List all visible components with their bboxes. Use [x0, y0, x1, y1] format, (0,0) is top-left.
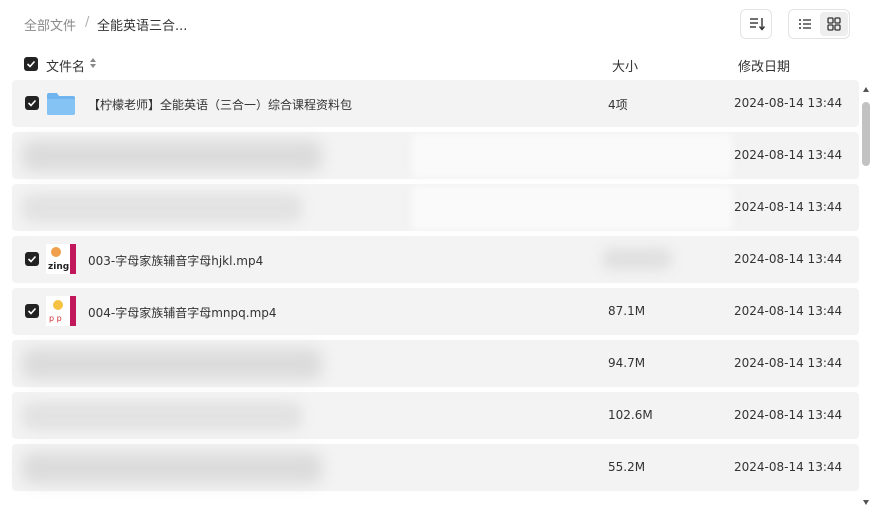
list-view-button[interactable] — [791, 12, 819, 36]
video-thumbnail: zing — [46, 244, 76, 274]
scroll-up-arrow-icon[interactable] — [862, 86, 870, 94]
column-header: 文件名 大小 修改日期 — [0, 50, 874, 80]
file-date: 2024-08-14 13:44 — [734, 460, 843, 474]
file-size: 55.2M — [608, 460, 646, 474]
column-size[interactable]: 大小 — [612, 56, 638, 75]
folder-icon — [47, 93, 75, 115]
file-date: 2024-08-14 13:44 — [734, 304, 843, 318]
file-size: 87.1M — [608, 304, 646, 318]
redacted-file-name — [22, 348, 322, 380]
file-name: 【柠檬老师】全能英语（三合一）综合课程资料包 — [88, 98, 353, 112]
file-row[interactable]: zing 003-字母家族辅音字母hjkl.mp4 2024-08-14 13:… — [12, 236, 859, 283]
breadcrumb-root[interactable]: 全部文件 — [24, 15, 76, 34]
file-name: 004-字母家族辅音字母mnpq.mp4 — [88, 306, 277, 320]
file-row[interactable]: p p 004-字母家族辅音字母mnpq.mp4 87.1M 2024-08-1… — [12, 288, 859, 335]
redacted-file-name — [22, 194, 302, 222]
sort-arrows-icon[interactable] — [89, 56, 97, 70]
video-thumbnail: p p — [46, 296, 76, 326]
view-toggle — [788, 9, 850, 39]
redacted-file-name — [22, 452, 322, 484]
file-date: 2024-08-14 13:44 — [734, 96, 843, 110]
breadcrumb-separator: / — [85, 15, 90, 30]
row-checkbox[interactable] — [25, 304, 39, 318]
file-row[interactable]: 55.2M 2024-08-14 13:44 — [12, 444, 859, 491]
check-icon — [27, 307, 37, 315]
column-name[interactable]: 文件名 — [46, 56, 85, 75]
file-row[interactable]: 102.6M 2024-08-14 13:44 — [12, 392, 859, 439]
file-name: 003-字母家族辅音字母hjkl.mp4 — [88, 254, 264, 268]
file-row[interactable]: 2024-08-14 13:44 — [12, 184, 859, 231]
redacted-file-name — [22, 402, 302, 430]
check-icon — [27, 255, 37, 263]
svg-text:zing: zing — [48, 262, 69, 272]
file-row[interactable]: 94.7M 2024-08-14 13:44 — [12, 340, 859, 387]
top-bar: 全部文件 / 全能英语三合... — [0, 0, 874, 50]
redacted-region — [412, 186, 732, 230]
file-date: 2024-08-14 13:44 — [734, 356, 843, 370]
file-size: 102.6M — [608, 408, 653, 422]
file-date: 2024-08-14 13:44 — [734, 408, 843, 422]
grid-view-button[interactable] — [820, 12, 848, 36]
file-size: 94.7M — [608, 356, 646, 370]
grid-view-icon — [827, 17, 841, 31]
file-date: 2024-08-14 13:44 — [734, 200, 843, 214]
check-icon — [26, 60, 36, 68]
scroll-down-arrow-icon[interactable] — [862, 498, 870, 506]
file-date: 2024-08-14 13:44 — [734, 252, 843, 266]
redacted-file-name — [22, 140, 322, 172]
select-all-checkbox[interactable] — [24, 57, 38, 71]
column-date[interactable]: 修改日期 — [738, 56, 790, 75]
scrollbar-thumb[interactable] — [862, 102, 870, 166]
breadcrumb-current: 全能英语三合... — [97, 19, 188, 34]
file-row[interactable]: 【柠檬老师】全能英语（三合一）综合课程资料包 4项 2024-08-14 13:… — [12, 80, 859, 127]
file-row[interactable]: 2024-08-14 13:44 — [12, 132, 859, 179]
sort-button[interactable] — [740, 9, 772, 39]
redacted-region — [412, 134, 732, 178]
redacted-file-size — [602, 248, 672, 270]
file-size: 4项 — [608, 98, 628, 112]
row-checkbox[interactable] — [25, 96, 39, 110]
row-checkbox[interactable] — [25, 252, 39, 266]
check-icon — [27, 99, 37, 107]
list-view-icon — [799, 19, 811, 29]
sort-icon — [750, 18, 766, 31]
svg-text:p p: p p — [49, 314, 62, 323]
file-date: 2024-08-14 13:44 — [734, 148, 843, 162]
